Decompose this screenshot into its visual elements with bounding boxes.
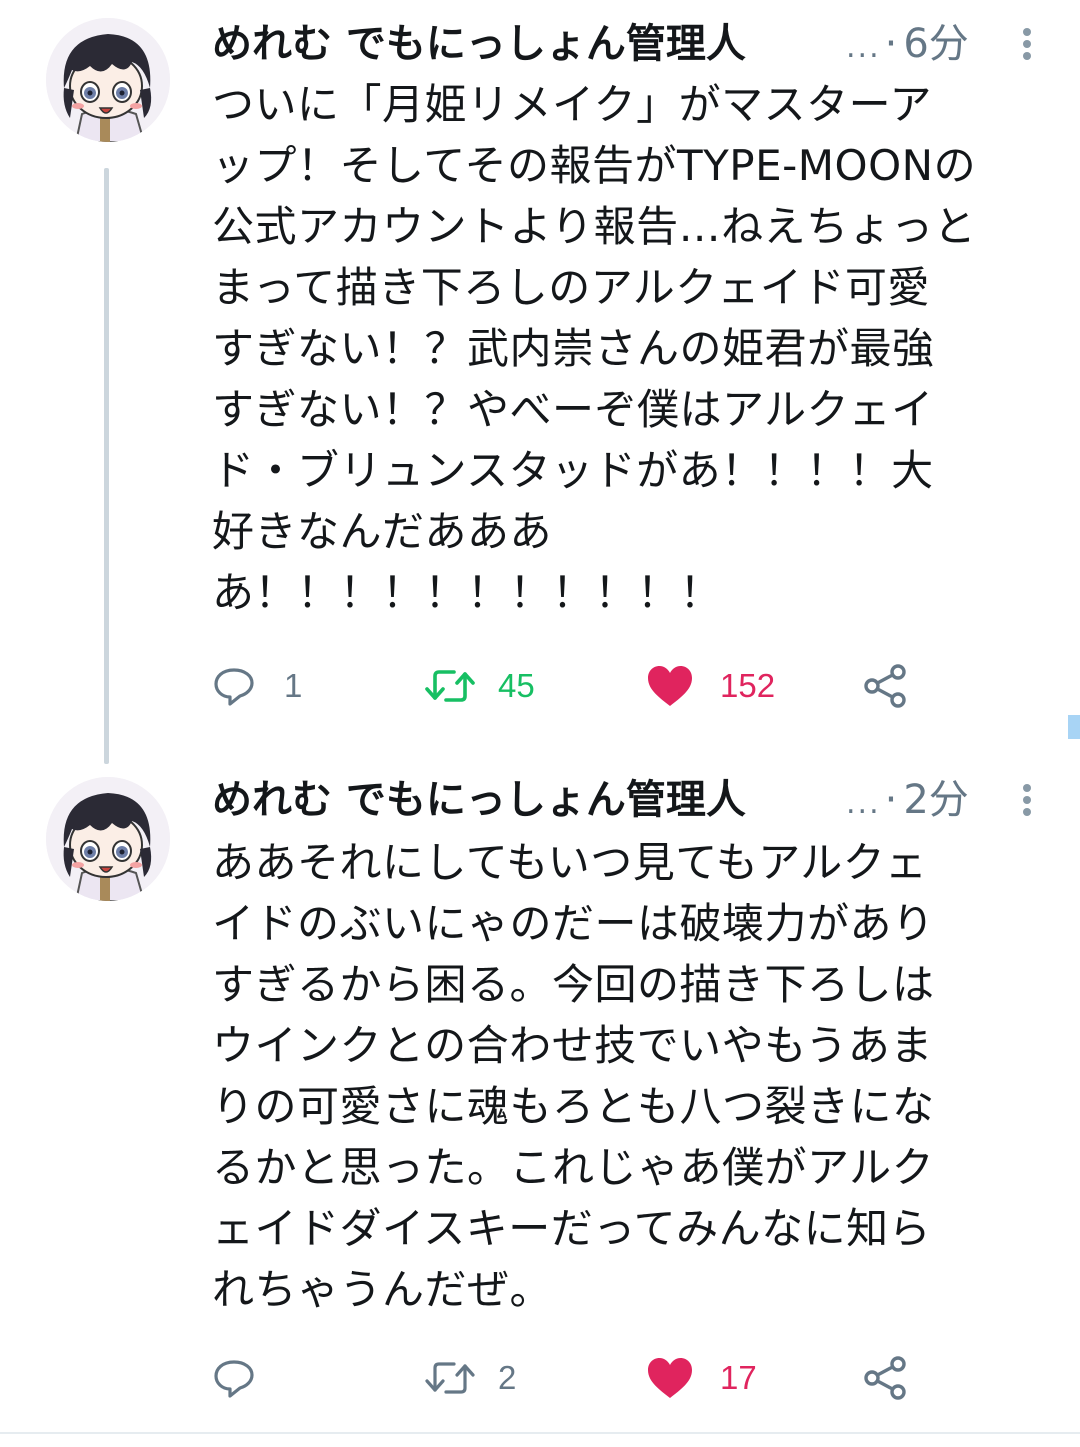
display-name[interactable]: めれむ でもにっしょん管理人 <box>212 770 746 830</box>
tweet-meta: ... · 6分 <box>846 14 969 78</box>
share-icon <box>864 664 906 708</box>
tweet-header: めれむ でもにっしょん管理人 ... · 6分 <box>212 14 1052 74</box>
meta-separator: · <box>884 777 898 823</box>
retweet-icon <box>425 1362 475 1394</box>
reply-icon <box>214 1360 254 1398</box>
retweet-count: 45 <box>498 667 535 704</box>
reply-count: 1 <box>284 667 303 704</box>
reply-button[interactable] <box>212 1350 284 1406</box>
tweet-text: ついに「月姫リメイク」がマスターア ップ！そしてその報告がTYPE-MOONの … <box>212 80 977 617</box>
like-count: 17 <box>720 1359 757 1396</box>
share-button[interactable] <box>862 1350 910 1406</box>
more-vertical-icon[interactable] <box>1020 784 1034 818</box>
share-button[interactable] <box>862 658 910 714</box>
tweet-timestamp[interactable]: 2分 <box>903 777 968 823</box>
retweet-count: 2 <box>498 1359 517 1396</box>
heart-icon <box>648 1358 692 1398</box>
like-button[interactable]: 17 <box>646 1350 757 1406</box>
display-name[interactable]: めれむ でもにっしょん管理人 <box>212 14 746 74</box>
name-truncation-ellipsis: ... <box>846 30 881 65</box>
tweet[interactable]: めれむ でもにっしょん管理人 ... · 6分 ついに「月姫リメイク」がマスターア … <box>0 0 1080 764</box>
tweet-timestamp[interactable]: 6分 <box>903 21 968 67</box>
scroll-indicator[interactable] <box>1068 715 1080 739</box>
tweet-text: ああそれにしてもいつ見てもアルクェ イドのぶいにゃのだーは破壊力があり すぎるか… <box>212 838 935 1314</box>
thread-connector-line <box>104 168 109 764</box>
like-button[interactable]: 152 <box>646 658 775 714</box>
avatar[interactable] <box>46 18 170 142</box>
more-vertical-icon[interactable] <box>1020 28 1034 62</box>
tweet-actions: 1 45 152 <box>212 658 1032 714</box>
retweet-button[interactable]: 2 <box>424 1350 516 1406</box>
name-truncation-ellipsis: ... <box>846 786 881 821</box>
tweet-actions: 2 17 <box>212 1350 1032 1406</box>
like-count: 152 <box>720 667 776 704</box>
tweet-meta: ... · 2分 <box>846 770 969 834</box>
heart-icon <box>648 666 692 706</box>
meta-separator: · <box>884 21 898 67</box>
share-icon <box>864 1356 906 1400</box>
tweet-header: めれむ でもにっしょん管理人 ... · 2分 <box>212 770 1052 830</box>
avatar[interactable] <box>46 777 170 901</box>
retweet-button[interactable]: 45 <box>424 658 535 714</box>
tweet[interactable]: めれむ でもにっしょん管理人 ... · 2分 ああそれにしてもいつ見てもアルクェ … <box>0 752 1080 1432</box>
reply-button[interactable]: 1 <box>212 658 302 714</box>
reply-icon <box>214 668 254 706</box>
divider <box>0 1432 1080 1434</box>
retweet-icon <box>425 670 475 702</box>
